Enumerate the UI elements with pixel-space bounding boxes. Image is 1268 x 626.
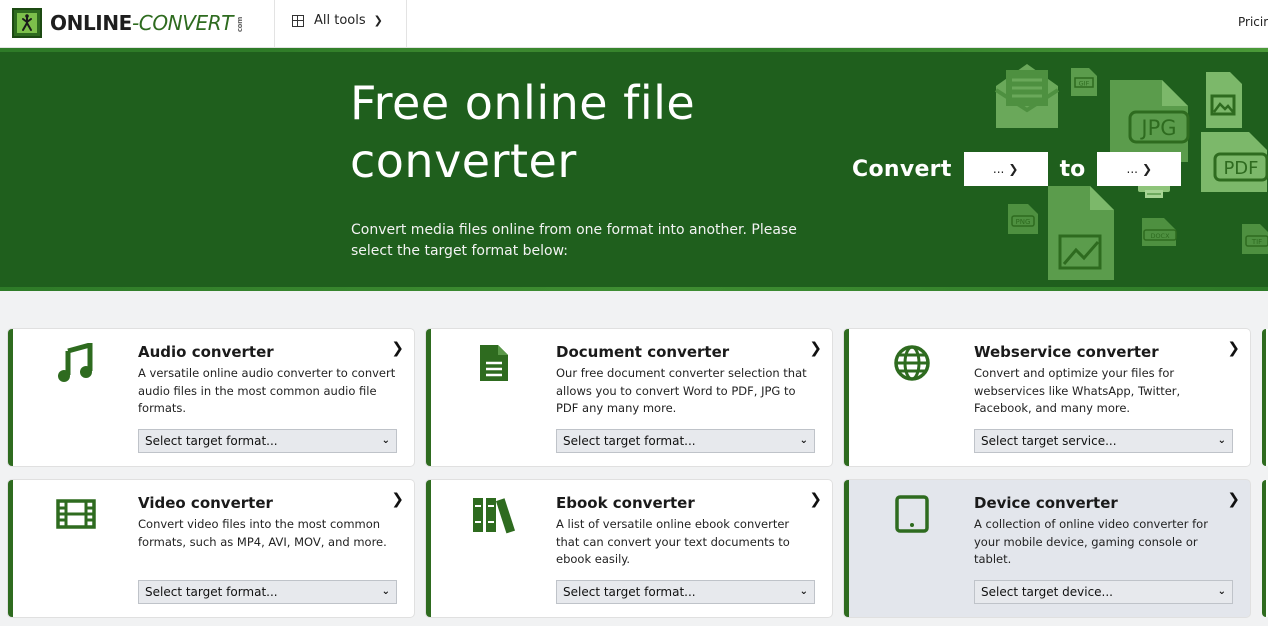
grid-icon <box>292 14 304 27</box>
target-service-select[interactable]: Select target service... ⌄ <box>974 429 1233 453</box>
target-format-select[interactable]: Select target format... ⌄ <box>556 580 815 604</box>
card-title: Ebook converter <box>556 494 695 512</box>
all-tools-menu[interactable]: All tools ❯ <box>292 13 383 28</box>
png-file-icon: PNG <box>1006 202 1040 236</box>
device-converter-card[interactable]: Device converter A collection of online … <box>844 480 1250 617</box>
card-title: Document converter <box>556 343 730 361</box>
docx-file-icon: DOCX <box>1140 216 1180 248</box>
chevron-down-icon: ⌄ <box>799 435 808 446</box>
mail-icon <box>992 60 1062 132</box>
quick-convert-row: Convert ... ❯ to ... ❯ <box>852 152 1193 186</box>
card-title: Webservice converter <box>974 343 1159 361</box>
chevron-right-icon[interactable]: ❯ <box>1227 490 1240 508</box>
globe-icon <box>887 341 937 385</box>
chevron-down-icon: ❯ <box>373 14 383 27</box>
hero-banner: Free online file converter Convert media… <box>0 48 1268 291</box>
card-description: A collection of online video converter f… <box>974 517 1208 566</box>
to-format-select[interactable]: ... ❯ <box>1097 152 1182 186</box>
chevron-down-icon: ⌄ <box>381 435 390 446</box>
card-title: Audio converter <box>138 343 274 361</box>
chevron-right-icon[interactable]: ❯ <box>809 490 822 508</box>
pdf-file-icon: PDF <box>1199 130 1268 194</box>
tablet-icon <box>887 492 937 536</box>
tif-file-icon: TIF <box>1240 222 1268 256</box>
logo-mark-icon <box>12 8 42 38</box>
chevron-right-icon[interactable]: ❯ <box>391 339 404 357</box>
svg-text:TIF: TIF <box>1251 238 1262 246</box>
card-description: A versatile online audio converter to co… <box>138 366 396 415</box>
card-description: A list of versatile online ebook convert… <box>556 517 790 566</box>
ebook-converter-card[interactable]: Ebook converter A list of versatile onli… <box>426 480 832 617</box>
all-tools-label: All tools <box>314 13 366 28</box>
chart-file-icon <box>1046 184 1116 282</box>
page-title: Free online file converter <box>350 76 696 188</box>
header-divider <box>274 0 275 48</box>
svg-text:GIF: GIF <box>1079 80 1090 88</box>
target-format-select[interactable]: Select target format... ⌄ <box>138 429 397 453</box>
svg-text:JPG: JPG <box>1139 116 1176 140</box>
next-card-edge <box>1262 480 1268 617</box>
target-device-select[interactable]: Select target device... ⌄ <box>974 580 1233 604</box>
chevron-right-icon[interactable]: ❯ <box>809 339 822 357</box>
header-divider <box>406 0 407 48</box>
hero-stripe <box>0 287 1268 291</box>
convert-label: Convert <box>852 156 952 182</box>
books-icon <box>469 492 519 536</box>
audio-converter-card[interactable]: Audio converter A versatile online audio… <box>8 329 414 466</box>
card-description: Our free document converter selection th… <box>556 366 807 415</box>
chevron-right-icon[interactable]: ❯ <box>391 490 404 508</box>
card-description: Convert video files into the most common… <box>138 517 387 549</box>
chevron-down-icon: ⌄ <box>381 586 390 597</box>
next-card-edge <box>1262 329 1268 466</box>
from-format-select[interactable]: ... ❯ <box>963 152 1048 186</box>
svg-text:DOCX: DOCX <box>1150 232 1170 240</box>
svg-text:PDF: PDF <box>1223 158 1258 179</box>
image-file-icon <box>1204 70 1244 130</box>
top-navbar: ONLINE-CONVERT com All tools ❯ Pricir <box>0 0 1268 48</box>
chevron-down-icon: ⌄ <box>799 586 808 597</box>
video-converter-card[interactable]: Video converter Convert video files into… <box>8 480 414 617</box>
card-title: Video converter <box>138 494 273 512</box>
to-label: to <box>1059 156 1086 182</box>
to-format-value: ... <box>1126 162 1138 176</box>
gif-file-icon: GIF <box>1069 66 1099 98</box>
document-converter-card[interactable]: Document converter Our free document con… <box>426 329 832 466</box>
webservice-converter-card[interactable]: Webservice converter Convert and optimiz… <box>844 329 1250 466</box>
hero-stripe <box>0 48 1268 52</box>
music-note-icon <box>51 341 101 385</box>
from-format-value: ... <box>992 162 1005 176</box>
hero-subtitle: Convert media files online from one form… <box>351 222 797 259</box>
chevron-down-icon: ❯ <box>1008 162 1019 176</box>
chevron-down-icon: ⌄ <box>1217 586 1226 597</box>
svg-text:PNG: PNG <box>1016 218 1031 226</box>
chevron-down-icon: ❯ <box>1141 162 1153 176</box>
site-logo[interactable]: ONLINE-CONVERT com <box>12 8 244 38</box>
logo-wordmark: ONLINE-CONVERT com <box>50 11 245 35</box>
document-icon <box>469 341 519 385</box>
card-title: Device converter <box>974 494 1118 512</box>
target-format-select[interactable]: Select target format... ⌄ <box>138 580 397 604</box>
card-description: Convert and optimize your files for webs… <box>974 366 1181 415</box>
film-icon <box>51 492 101 536</box>
chevron-down-icon: ⌄ <box>1217 435 1226 446</box>
chevron-right-icon[interactable]: ❯ <box>1227 339 1240 357</box>
pricing-link[interactable]: Pricir <box>1238 15 1268 29</box>
target-format-select[interactable]: Select target format... ⌄ <box>556 429 815 453</box>
